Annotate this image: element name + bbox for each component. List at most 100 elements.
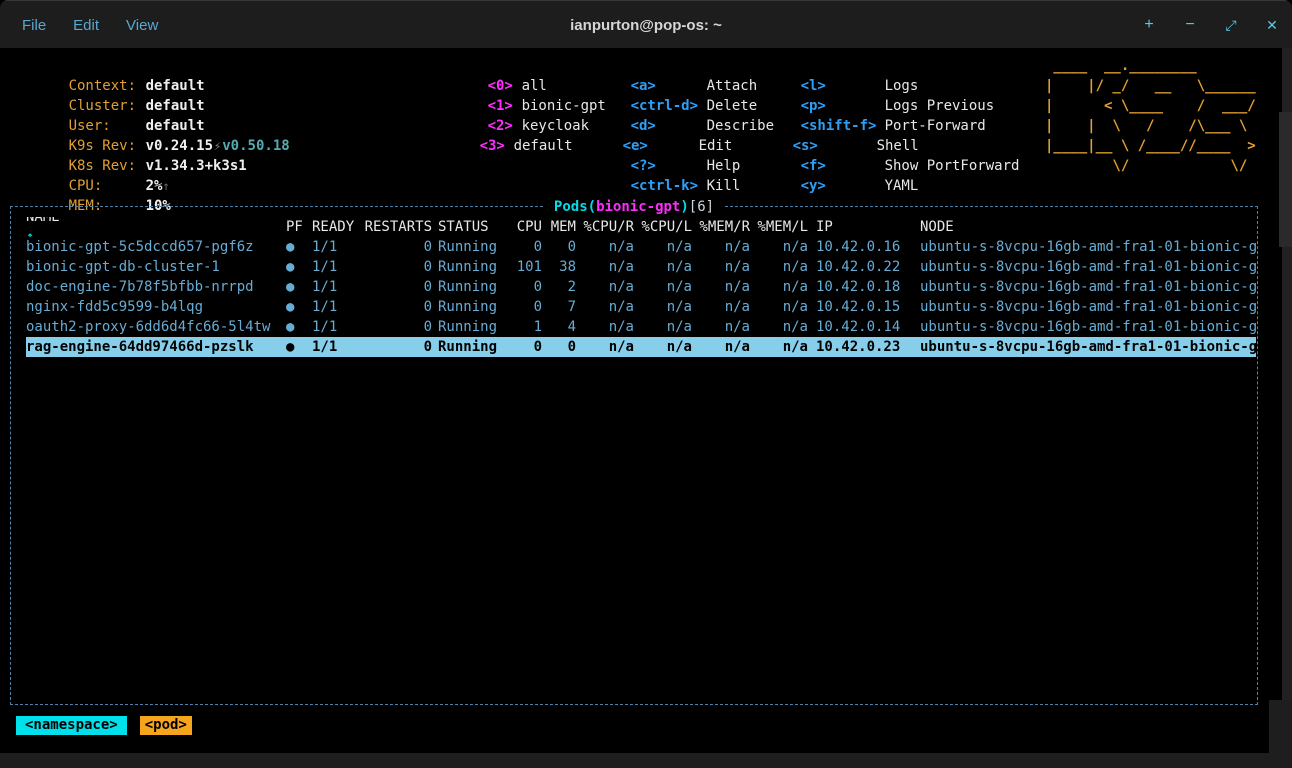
pod-ip: 10.42.0.18 xyxy=(808,277,912,297)
info-row-k8s-rev: K8s Rev:v1.34.3+k3s1 xyxy=(18,136,247,156)
pod-mem: 0 xyxy=(542,337,576,357)
action-shortcut-attach: <a>Attach xyxy=(580,56,757,76)
pod-node: ubuntu-s-8vcpu-16gb-amd-fra1-01-bionic-g xyxy=(912,257,1256,277)
logo-line: | |/ _/ __ \______ xyxy=(1045,76,1256,96)
col-cpu-r[interactable]: %CPU/R xyxy=(576,217,634,237)
pod-cpu-l: n/a xyxy=(634,237,692,257)
pod-cpu-r: n/a xyxy=(576,297,634,317)
pod-status: Running xyxy=(438,237,509,257)
pod-mem-l: n/a xyxy=(750,277,808,297)
table-header-row: NAME↑ PF READY RESTARTS STATUS CPU MEM %… xyxy=(26,217,1256,237)
pod-restarts: 0 xyxy=(364,337,438,357)
pod-restarts: 0 xyxy=(364,237,438,257)
action-shortcut-kill: <ctrl-k>Kill xyxy=(580,156,740,176)
view-shortcut-logs-previous: <p>Logs Previous xyxy=(750,76,994,96)
pod-cpu-l: n/a xyxy=(634,297,692,317)
menu-edit[interactable]: Edit xyxy=(73,17,99,34)
pod-ip: 10.42.0.16 xyxy=(808,237,912,257)
view-shortcut-yaml: <y>YAML xyxy=(750,156,918,176)
pod-row[interactable]: bionic-gpt-db-cluster-1●1/10Running10138… xyxy=(26,257,1256,277)
port-forward-dot-icon: ● xyxy=(286,317,312,337)
action-shortcut-edit: <e>Edit xyxy=(572,116,732,136)
info-row-user: User:default xyxy=(18,96,205,116)
col-cpu-l[interactable]: %CPU/L xyxy=(634,217,692,237)
pod-mem: 4 xyxy=(542,317,576,337)
pod-name: bionic-gpt-5c5dccd657-pgf6z xyxy=(26,237,286,257)
col-status[interactable]: STATUS xyxy=(438,217,509,237)
logo-line: | < \____ / ___/ xyxy=(1045,96,1256,116)
pod-row[interactable]: doc-engine-7b78f5bfbb-nrrpd●1/10Running0… xyxy=(26,277,1256,297)
pod-row[interactable]: nginx-fdd5c9599-b4lqg●1/10Running07n/an/… xyxy=(26,297,1256,317)
pod-mem-l: n/a xyxy=(750,317,808,337)
pod-row[interactable]: bionic-gpt-5c5dccd657-pgf6z●1/10Running0… xyxy=(26,237,1256,257)
minimize-icon[interactable]: − xyxy=(1182,16,1198,34)
pod-row-selected[interactable]: rag-engine-64dd97466d-pzslk●1/10Running0… xyxy=(26,337,1256,357)
pod-row[interactable]: oauth2-proxy-6dd6d4fc66-5l4tw●1/10Runnin… xyxy=(26,317,1256,337)
pod-status: Running xyxy=(438,297,509,317)
sort-ascending-icon: ↑ xyxy=(26,229,34,237)
pod-mem-l: n/a xyxy=(750,257,808,277)
window-bottom-edge xyxy=(0,753,1292,768)
paren-close: ) xyxy=(680,199,688,215)
pod-ready: 1/1 xyxy=(312,337,364,357)
pod-cpu-r: n/a xyxy=(576,337,634,357)
shortcut-label: Kill xyxy=(707,178,741,194)
pod-cpu-r: n/a xyxy=(576,237,634,257)
pod-mem: 0 xyxy=(542,237,576,257)
close-icon[interactable]: ✕ xyxy=(1264,17,1280,34)
view-shortcut-show-portforward: <f>Show PortForward xyxy=(750,136,1019,156)
col-ready[interactable]: READY xyxy=(312,217,364,237)
scrollbar-thumb[interactable] xyxy=(1279,112,1292,247)
shortcut-key: <y> xyxy=(801,176,885,196)
pod-mem-l: n/a xyxy=(750,337,808,357)
pod-ready: 1/1 xyxy=(312,277,364,297)
pod-name: bionic-gpt-db-cluster-1 xyxy=(26,257,286,277)
pod-cpu: 0 xyxy=(509,237,542,257)
info-row-k9s-rev: K9s Rev:v0.24.15⚡v0.50.18 xyxy=(18,116,290,136)
shortcut-label: YAML xyxy=(885,178,919,194)
col-ip[interactable]: IP xyxy=(808,217,912,237)
view-shortcut-shell: <s>Shell xyxy=(742,116,919,136)
pod-cpu-r: n/a xyxy=(576,277,634,297)
pod-restarts: 0 xyxy=(364,277,438,297)
new-tab-icon[interactable]: + xyxy=(1141,16,1157,34)
logo-line: | | \ / /\___ \ xyxy=(1045,116,1247,136)
port-forward-dot-icon: ● xyxy=(286,297,312,317)
col-restarts[interactable]: RESTARTS xyxy=(364,217,438,237)
pod-mem-l: n/a xyxy=(750,297,808,317)
maximize-icon[interactable]: ⤢ xyxy=(1223,17,1239,34)
port-forward-dot-icon: ● xyxy=(286,237,312,257)
col-cpu[interactable]: CPU xyxy=(509,217,542,237)
col-mem[interactable]: MEM xyxy=(542,217,576,237)
pod-status: Running xyxy=(438,317,509,337)
port-forward-dot-icon: ● xyxy=(286,277,312,297)
terminal-window: File Edit View ianpurton@pop-os: ~ + − ⤢… xyxy=(0,0,1292,768)
info-row-context: Context:default xyxy=(18,56,205,76)
col-node[interactable]: NODE xyxy=(912,217,1256,237)
pod-ready: 1/1 xyxy=(312,317,364,337)
col-name[interactable]: NAME↑ xyxy=(26,217,286,237)
pod-cpu-l: n/a xyxy=(634,277,692,297)
pod-mem-r: n/a xyxy=(692,237,750,257)
namespace-name: bionic-gpt xyxy=(596,199,680,215)
pod-name: oauth2-proxy-6dd6d4fc66-5l4tw xyxy=(26,317,286,337)
pod-cpu: 0 xyxy=(509,337,542,357)
pod-cpu-l: n/a xyxy=(634,337,692,357)
pod-ip: 10.42.0.15 xyxy=(808,297,912,317)
pod-cpu: 101 xyxy=(509,257,542,277)
pod-restarts: 0 xyxy=(364,257,438,277)
pod-cpu: 0 xyxy=(509,297,542,317)
col-mem-r[interactable]: %MEM/R xyxy=(692,217,750,237)
col-pf[interactable]: PF xyxy=(286,217,312,237)
view-shortcut-port-forward: <shift-f>Port-Forward xyxy=(750,96,986,116)
pod-cpu-r: n/a xyxy=(576,317,634,337)
namespace-shortcut-all: <0>all xyxy=(437,56,547,76)
pod-status: Running xyxy=(438,337,509,357)
pod-node: ubuntu-s-8vcpu-16gb-amd-fra1-01-bionic-g xyxy=(912,317,1256,337)
menu-file[interactable]: File xyxy=(22,17,46,34)
menu-view[interactable]: View xyxy=(126,17,158,34)
shortcut-key: <3> xyxy=(480,136,514,156)
namespace-shortcut-keycloak: <2>keycloak xyxy=(437,96,589,116)
col-mem-l[interactable]: %MEM/L xyxy=(750,217,808,237)
info-row-mem: MEM:10% xyxy=(18,176,171,196)
